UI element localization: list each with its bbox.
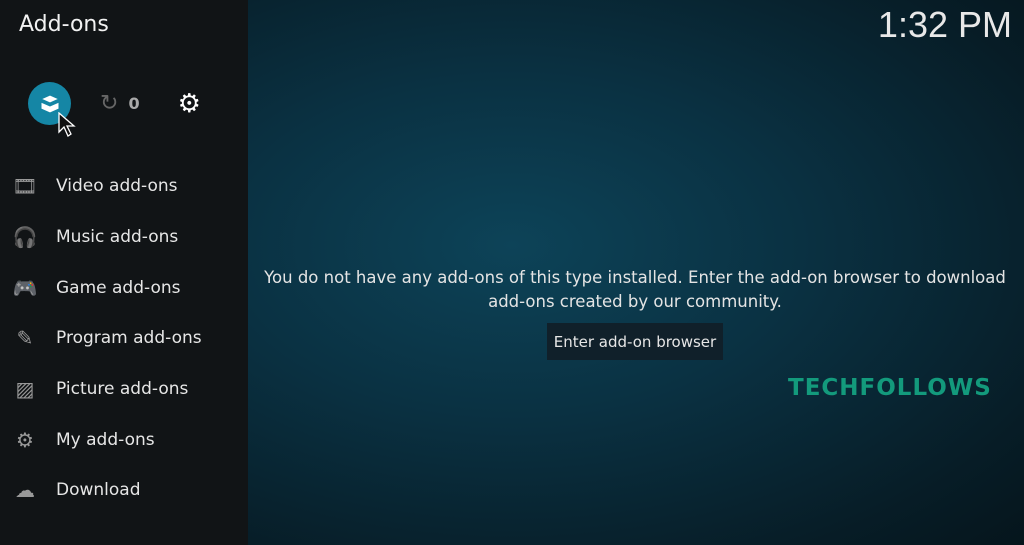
cloud-download-icon: ☁ <box>15 478 35 503</box>
clock: 1:32 PM <box>877 4 1012 45</box>
enter-addon-browser-button[interactable]: Enter add-on browser <box>547 323 723 360</box>
sidebar-item-download[interactable]: ☁ Download <box>0 465 248 516</box>
sidebar-item-music[interactable]: 🎧 Music add-ons <box>0 212 248 263</box>
sidebar: Add-ons ↻ 0 ⚙ 🎞 Video add-ons 🎧 Music add-… <box>0 0 248 545</box>
gamepad-icon: 🎮 <box>12 275 38 300</box>
sidebar-item-video[interactable]: 🎞 Video add-ons <box>0 161 248 212</box>
mouse-cursor-icon <box>58 112 76 137</box>
headphones-icon: 🎧 <box>12 225 38 250</box>
update-count: 0 <box>128 94 140 113</box>
picture-icon: ▨ <box>15 377 35 402</box>
film-icon: 🎞 <box>12 174 38 199</box>
refresh-icon[interactable]: ↻ <box>100 91 118 116</box>
gears-icon: ⚙ <box>16 427 34 452</box>
page-title: Add-ons <box>19 12 109 37</box>
gear-icon[interactable]: ⚙ <box>178 89 201 119</box>
sidebar-item-my-addons[interactable]: ⚙ My add-ons <box>0 414 248 465</box>
sidebar-item-game[interactable]: 🎮 Game add-ons <box>0 262 248 313</box>
watermark-logo: TECHFOLLOWS <box>788 375 992 401</box>
sidebar-item-program[interactable]: ✎ Program add-ons <box>0 313 248 364</box>
sidebar-item-picture[interactable]: ▨ Picture add-ons <box>0 364 248 415</box>
empty-message: You do not have any add-ons of this type… <box>264 268 1006 311</box>
tools-icon: ✎ <box>16 326 34 351</box>
